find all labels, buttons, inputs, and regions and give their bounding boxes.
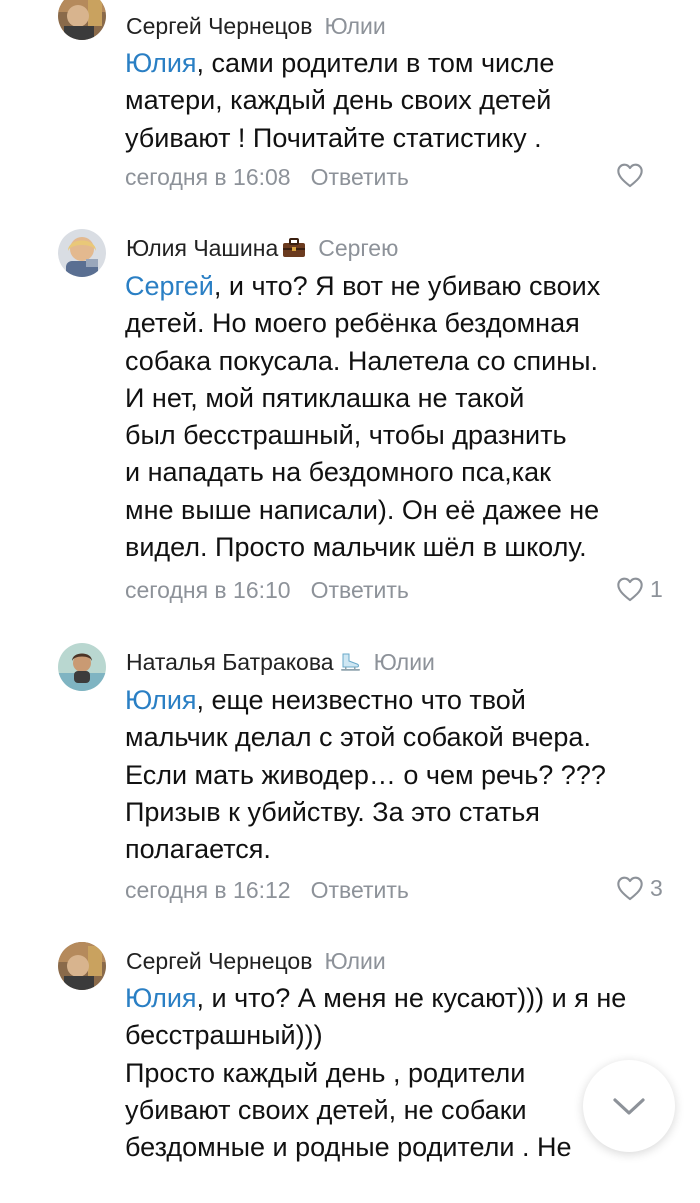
heart-icon [617, 876, 643, 901]
comment-line: Если мать живодер… о чем речь? ??? [125, 759, 606, 790]
comment-header: Юлия Чашина Сергею [126, 232, 398, 264]
timestamp: сегодня в 16:10 [125, 577, 291, 603]
heart-icon [617, 163, 643, 188]
like-button[interactable] [616, 159, 650, 191]
comment-meta: сегодня в 16:12 Ответить [125, 874, 409, 906]
author-name[interactable]: Юлия Чашина [126, 235, 278, 261]
reply-button[interactable]: Ответить [311, 577, 409, 603]
comment-line: , еще неизвестно что твой [196, 685, 526, 715]
comment-header: Сергей Чернецов Юлии [126, 10, 386, 42]
comment-meta: сегодня в 16:10 Ответить [125, 574, 409, 606]
author-name[interactable]: Сергей Чернецов [126, 13, 312, 39]
comment-text: Юлия, сами родители в том числе матери, … [125, 45, 685, 157]
comment-line: , сами родители в том числе [196, 48, 555, 78]
like-button[interactable]: 3 [616, 872, 663, 904]
comment-line: мальчик делал с этой собакой вчера. [125, 722, 591, 753]
author-name[interactable]: Наталья Батракова [126, 649, 334, 675]
comment-line: убивают ! Почитайте статистику . [125, 122, 542, 153]
chevron-down-icon [613, 1098, 645, 1115]
avatar[interactable] [58, 0, 106, 40]
comment-line: , и что? А меня не кусают))) и я не [196, 983, 627, 1013]
comment-meta: сегодня в 16:08 Ответить [125, 161, 409, 193]
reply-to-name[interactable]: Юлии [374, 649, 435, 675]
comment-line: , и что? Я вот не убиваю своих [213, 271, 601, 301]
author-name[interactable]: Сергей Чернецов [126, 948, 312, 974]
reply-to-name[interactable]: Сергею [318, 235, 398, 261]
comment-line: бесстрашный))) [125, 1020, 323, 1051]
reply-to-name[interactable]: Юлии [324, 948, 385, 974]
comment-line: матери, каждый день своих детей [125, 85, 552, 116]
avatar[interactable] [58, 643, 106, 691]
comment-line: И нет, мой пятиклашка не такой [125, 382, 525, 413]
mention-link[interactable]: Сергей [125, 271, 214, 301]
briefcase-icon [282, 235, 306, 267]
reply-button[interactable]: Ответить [311, 877, 409, 903]
ice-skate-icon [338, 649, 362, 681]
comment-header: Сергей Чернецов Юлии [126, 945, 386, 977]
avatar[interactable] [58, 942, 106, 990]
comment-line: видел. Просто мальчик шёл в школу. [125, 532, 587, 563]
mention-link[interactable]: Юлия [125, 48, 197, 78]
timestamp: сегодня в 16:08 [125, 164, 291, 190]
like-button[interactable]: 1 [616, 573, 663, 605]
comment-line: мне выше написали). Он её дажее не [125, 494, 600, 525]
mention-link[interactable]: Юлия [125, 685, 197, 715]
comment-line: Призыв к убийству. За это статья [125, 796, 540, 827]
comment-text: Сергей, и что? Я вот не убиваю своих дет… [125, 268, 685, 566]
comment-header: Наталья Батракова Юлии [126, 646, 435, 678]
avatar[interactable] [58, 229, 106, 277]
scroll-down-button[interactable] [583, 1060, 675, 1152]
heart-icon [617, 577, 643, 602]
comment-line: и нападать на бездомного пса,как [125, 457, 551, 488]
mention-link[interactable]: Юлия [125, 983, 197, 1013]
comment-line: был бесстрашный, чтобы дразнить [125, 420, 567, 451]
like-count: 3 [650, 874, 663, 901]
comment-line: детей. Но моего ребёнка бездомная [125, 308, 580, 339]
comment-line: полагается. [125, 834, 271, 865]
like-count: 1 [650, 575, 663, 602]
comment-text: Юлия, еще неизвестно что твой мальчик де… [125, 682, 685, 868]
reply-to-name[interactable]: Юлии [324, 13, 385, 39]
reply-button[interactable]: Ответить [311, 164, 409, 190]
comment-thread: Сергей Чернецов Юлии Юлия, сами родители … [0, 0, 700, 1203]
comment-line: собака покусала. Налетела со спины. [125, 345, 599, 376]
timestamp: сегодня в 16:12 [125, 877, 291, 903]
